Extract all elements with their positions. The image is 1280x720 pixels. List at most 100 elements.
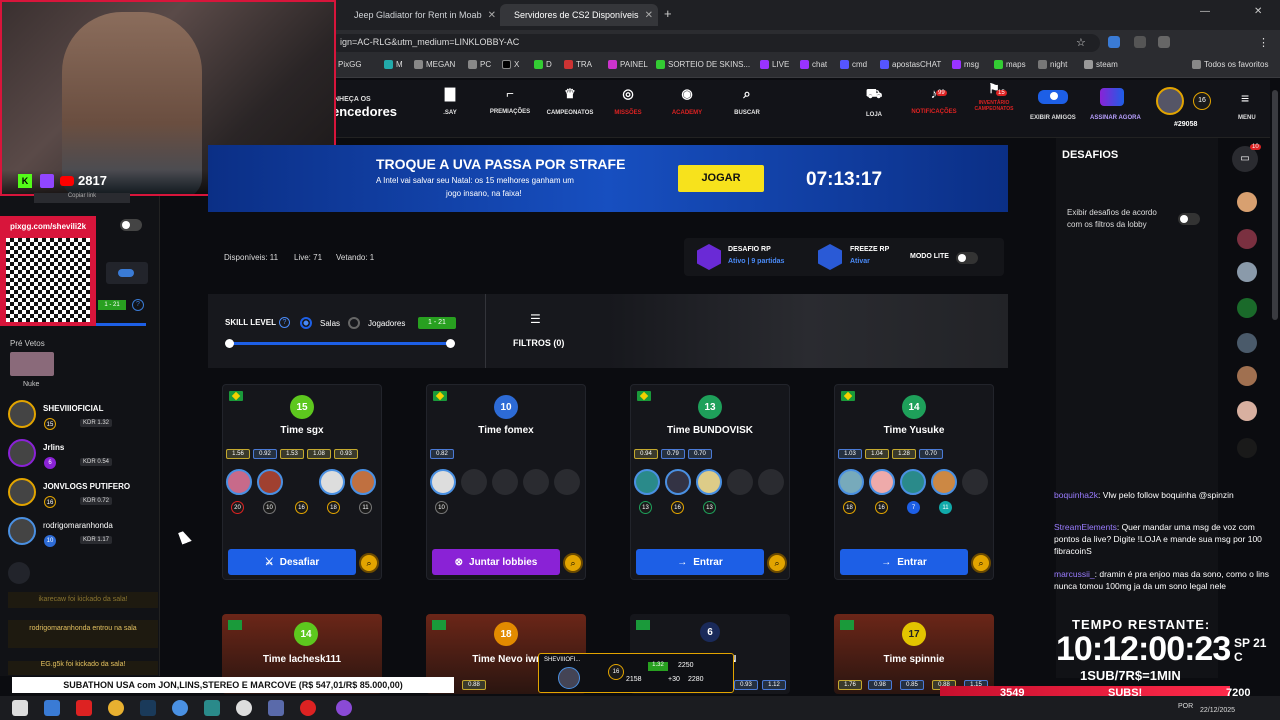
avatar[interactable] <box>1237 401 1257 421</box>
nav-campeonatos[interactable]: ♛ CAMPEONATOS <box>540 86 600 116</box>
star-icon[interactable]: ☆ <box>1076 36 1086 49</box>
lobby-card[interactable]: 15 Time sgx 1.56 0.92 1.53 1.08 0.93 20 … <box>222 384 382 580</box>
bookmark-item[interactable]: TRA <box>564 60 592 69</box>
bookmark-item[interactable]: MEGAN <box>414 60 455 69</box>
avatar[interactable] <box>1237 192 1257 212</box>
chrome-icon[interactable] <box>108 700 124 716</box>
extension-icon[interactable] <box>1108 36 1120 48</box>
bookmark-item[interactable]: apostasCHAT <box>880 60 941 69</box>
avatar[interactable] <box>430 469 456 495</box>
nav-missoes[interactable]: ◎ MISSÕES <box>598 86 658 116</box>
level-slider[interactable] <box>96 323 146 326</box>
desafiar-button[interactable]: ⚔ Desafiar <box>228 549 356 575</box>
app-icon[interactable] <box>268 700 284 716</box>
help-icon[interactable]: ? <box>132 299 144 311</box>
entrar-button[interactable]: → Entrar <box>636 549 764 575</box>
store-icon[interactable] <box>76 700 92 716</box>
bookmark-item[interactable]: steam <box>1084 60 1118 69</box>
avatar[interactable] <box>1237 298 1257 318</box>
bookmark-item[interactable]: chat <box>800 60 827 69</box>
close-icon[interactable]: ✕ <box>488 10 496 21</box>
filtros-button[interactable]: FILTROS (0) <box>513 338 564 348</box>
bookmark-item[interactable]: PixGG <box>338 60 362 69</box>
avatar[interactable] <box>900 469 926 495</box>
bookmark-item[interactable]: PC <box>468 60 491 69</box>
toggle-switch[interactable] <box>120 219 142 231</box>
toggle-switch[interactable] <box>1178 213 1200 225</box>
hamburger-icon[interactable]: ≡ <box>1241 90 1249 106</box>
nav-loja[interactable]: ⛟ LOJA <box>844 86 904 118</box>
sidebar-toggle[interactable] <box>120 218 142 236</box>
toggle-switch[interactable] <box>1038 90 1068 104</box>
avatar[interactable] <box>634 469 660 495</box>
avatar[interactable] <box>350 469 376 495</box>
window-close-icon[interactable]: ✕ <box>1254 6 1262 17</box>
new-tab-button[interactable]: + <box>664 6 672 21</box>
avatar[interactable] <box>1237 366 1257 386</box>
help-icon[interactable]: ? <box>279 317 290 328</box>
nav-notificacoes[interactable]: ♪ NOTIFICAÇÕES <box>904 86 964 115</box>
avatar[interactable] <box>1237 229 1257 249</box>
modo-lite-toggle[interactable] <box>956 251 978 269</box>
bookmark-item[interactable]: SORTEIO DE SKINS... <box>656 60 750 69</box>
bookmark-item[interactable]: D <box>534 60 552 69</box>
subscribe-icon[interactable] <box>1100 88 1124 106</box>
extension-icon[interactable] <box>1134 36 1146 48</box>
slider-handle-max[interactable] <box>446 339 455 348</box>
all-bookmarks[interactable]: Todos os favoritos <box>1192 60 1268 69</box>
url-input[interactable]: ign=AC-RLG&utm_medium=LINKLOBBY-AC <box>330 34 1100 52</box>
avatar[interactable] <box>288 469 314 495</box>
avatar[interactable] <box>869 469 895 495</box>
start-icon[interactable] <box>12 700 28 716</box>
friends-toggle[interactable] <box>1038 90 1068 109</box>
app-icon[interactable] <box>204 700 220 716</box>
search-icon[interactable]: ⌕ <box>359 553 379 573</box>
toggle-switch[interactable] <box>956 252 978 264</box>
app-icon[interactable] <box>236 700 252 716</box>
nav-say[interactable]: ▇ .SAY <box>420 86 480 116</box>
bookmark-item[interactable]: night <box>1038 60 1067 69</box>
assinar-agora-link[interactable]: ASSINAR AGORA <box>1090 115 1141 121</box>
search-icon[interactable]: ⌕ <box>563 553 583 573</box>
puzzle-icon[interactable] <box>1158 36 1170 48</box>
nav-inventario[interactable]: ⚑ INVENTÁRIO CAMPEONATOS <box>964 82 1024 112</box>
avatar[interactable] <box>226 469 252 495</box>
avatar[interactable] <box>319 469 345 495</box>
avatar[interactable] <box>931 469 957 495</box>
avatar[interactable] <box>1237 438 1257 458</box>
minimize-icon[interactable]: — <box>1200 6 1210 17</box>
avatar[interactable] <box>665 469 691 495</box>
jogar-button[interactable]: JOGAR <box>678 165 764 192</box>
opera-icon[interactable] <box>300 700 316 716</box>
slider-handle-min[interactable] <box>225 339 234 348</box>
windows-icon[interactable] <box>44 700 60 716</box>
nav-premiacoes[interactable]: ⌐ PREMIAÇÕES <box>480 86 540 115</box>
search-icon[interactable]: ⌕ <box>971 553 991 573</box>
avatar[interactable] <box>838 469 864 495</box>
search-icon[interactable]: ⌕ <box>767 553 787 573</box>
bookmark-item[interactable]: M <box>384 60 403 69</box>
avatar[interactable] <box>257 469 283 495</box>
copy-link-button[interactable]: Copiar link <box>34 193 130 203</box>
lobby-card[interactable]: 13 Time BUNDOVISK 0.94 0.79 0.70 13 16 1… <box>630 384 790 580</box>
lobby-card[interactable]: 14 Time Yusuke 1.03 1.04 1.28 0.70 18 16… <box>834 384 994 580</box>
scrollbar[interactable] <box>1272 90 1278 320</box>
nav-academy[interactable]: ◉ ACADEMY <box>657 86 717 116</box>
desafio-rp-label[interactable]: DESAFIO RP <box>728 246 771 253</box>
close-icon[interactable]: ✕ <box>645 10 653 21</box>
avatar[interactable] <box>1237 333 1257 353</box>
app-icon[interactable] <box>336 700 352 716</box>
bookmark-item[interactable]: msg <box>952 60 979 69</box>
user-avatar[interactable] <box>1156 87 1184 115</box>
bookmark-item[interactable]: maps <box>994 60 1026 69</box>
freeze-rp-label[interactable]: FREEZE RP <box>850 246 889 253</box>
bookmark-item[interactable]: X <box>502 60 519 69</box>
challenges-filter-toggle[interactable] <box>1178 212 1200 230</box>
browser-tab-servidores[interactable]: Servidores de CS2 Disponíveis ✕ <box>500 4 658 26</box>
skill-slider-track[interactable] <box>229 342 451 345</box>
filter-icon[interactable]: ☰ <box>530 312 541 326</box>
freeze-rp-activate[interactable]: Ativar <box>850 258 870 265</box>
nav-buscar[interactable]: ⌕ BUSCAR <box>717 86 777 116</box>
chrome-icon[interactable] <box>172 700 188 716</box>
controller-button[interactable] <box>106 262 148 284</box>
